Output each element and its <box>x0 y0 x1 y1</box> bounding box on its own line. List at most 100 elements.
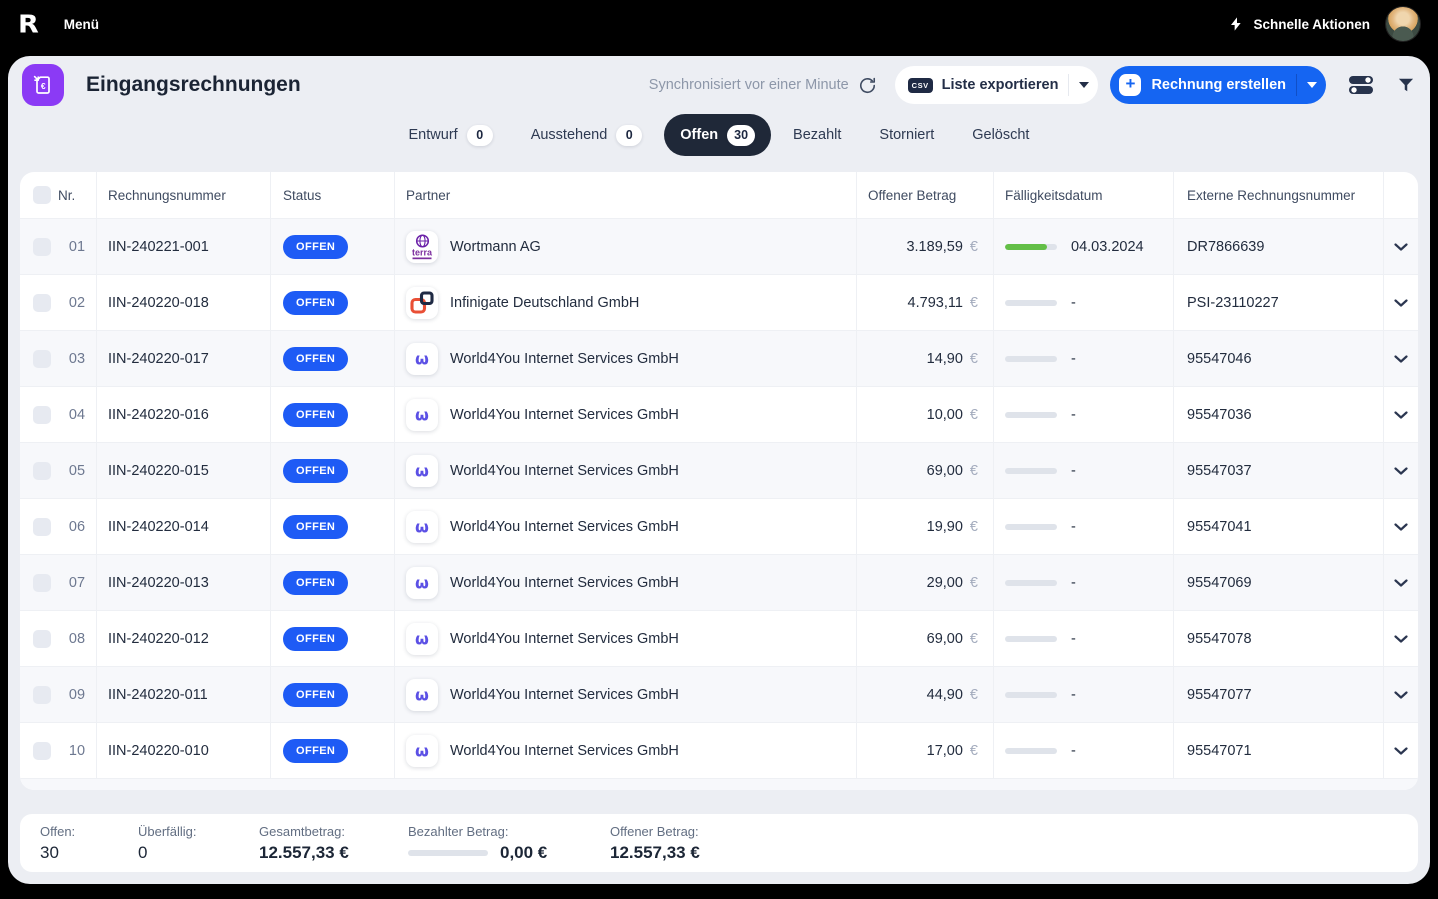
invoice-number: IIN-240220-014 <box>96 499 270 554</box>
tab-count-badge: 0 <box>467 125 493 146</box>
row-expand-button[interactable] <box>1383 667 1418 722</box>
summary-overdue-label: Überfällig: <box>138 824 259 839</box>
due-progress-bar <box>1005 636 1057 642</box>
status-badge: OFFEN <box>283 515 348 539</box>
due-date: 04.03.2024 <box>1071 239 1144 255</box>
tab-entwurf[interactable]: Entwurf 0 <box>393 114 509 156</box>
summary-open-label: Offen: <box>40 824 138 839</box>
due-progress-bar <box>1005 300 1057 306</box>
quick-actions-button[interactable]: Schnelle Aktionen <box>1228 15 1370 33</box>
currency-symbol: € <box>970 239 978 255</box>
tab-gelöscht[interactable]: Gelöscht <box>956 114 1045 156</box>
user-avatar[interactable] <box>1386 7 1420 41</box>
due-progress-bar <box>1005 244 1057 250</box>
content-shell: € Eingangsrechnungen Synchronisiert vor … <box>8 56 1430 884</box>
partner-name: World4You Internet Services GmbH <box>450 687 679 703</box>
world4you-logo: ω <box>406 455 438 487</box>
row-expand-button[interactable] <box>1383 219 1418 274</box>
table-row[interactable]: 01 IIN-240221-001 OFFEN terra Wortmann A… <box>20 218 1418 274</box>
status-badge: OFFEN <box>283 739 348 763</box>
chevron-down-icon[interactable] <box>1307 82 1317 88</box>
table-row[interactable]: 04 IIN-240220-016 OFFEN ω World4You Inte… <box>20 386 1418 442</box>
create-invoice-button[interactable]: + Rechnung erstellen <box>1110 66 1326 104</box>
tab-bezahlt[interactable]: Bezahlt <box>777 114 857 156</box>
partner-name: World4You Internet Services GmbH <box>450 351 679 367</box>
table-row[interactable]: 08 IIN-240220-012 OFFEN ω World4You Inte… <box>20 610 1418 666</box>
currency-symbol: € <box>970 631 978 647</box>
row-expand-button[interactable] <box>1383 555 1418 610</box>
tab-storniert[interactable]: Storniert <box>863 114 950 156</box>
tab-ausstehend[interactable]: Ausstehend 0 <box>515 114 659 156</box>
open-amount: 19,90 <box>927 519 963 535</box>
row-checkbox[interactable] <box>33 406 51 424</box>
world4you-logo: ω <box>406 735 438 767</box>
due-progress-bar <box>1005 524 1057 530</box>
view-settings-button[interactable] <box>1348 75 1374 95</box>
table-row[interactable]: 06 IIN-240220-014 OFFEN ω World4You Inte… <box>20 498 1418 554</box>
invoice-table: Nr. Rechnungsnummer Status Partner Offen… <box>20 172 1418 790</box>
currency-symbol: € <box>970 743 978 759</box>
row-expand-button[interactable] <box>1383 499 1418 554</box>
csv-icon: CSV <box>908 78 933 93</box>
table-row[interactable]: 02 IIN-240220-018 OFFEN Infinigate Deuts… <box>20 274 1418 330</box>
page-header: € Eingangsrechnungen Synchronisiert vor … <box>8 56 1430 114</box>
due-progress-bar <box>1005 748 1057 754</box>
chevron-down-icon <box>1394 579 1408 587</box>
table-row[interactable]: 09 IIN-240220-011 OFFEN ω World4You Inte… <box>20 666 1418 722</box>
row-checkbox[interactable] <box>33 742 51 760</box>
chevron-down-icon <box>1394 523 1408 531</box>
row-expand-button[interactable] <box>1383 611 1418 666</box>
row-number: 08 <box>58 611 96 666</box>
brand-logo[interactable]: R <box>18 10 38 39</box>
row-checkbox[interactable] <box>33 350 51 368</box>
partner-name: World4You Internet Services GmbH <box>450 519 679 535</box>
select-all-checkbox[interactable] <box>33 186 51 204</box>
row-checkbox[interactable] <box>33 462 51 480</box>
row-expand-button[interactable] <box>1383 443 1418 498</box>
open-amount: 69,00 <box>927 631 963 647</box>
status-badge: OFFEN <box>283 571 348 595</box>
invoice-number: IIN-240220-010 <box>96 723 270 778</box>
row-checkbox[interactable] <box>33 238 51 256</box>
table-body: 01 IIN-240221-001 OFFEN terra Wortmann A… <box>20 218 1418 778</box>
row-expand-button[interactable] <box>1383 387 1418 442</box>
row-checkbox[interactable] <box>33 686 51 704</box>
row-number: 04 <box>58 387 96 442</box>
row-expand-button[interactable] <box>1383 331 1418 386</box>
table-row[interactable]: 03 IIN-240220-017 OFFEN ω World4You Inte… <box>20 330 1418 386</box>
plus-icon: + <box>1119 74 1141 96</box>
table-row[interactable]: 05 IIN-240220-015 OFFEN ω World4You Inte… <box>20 442 1418 498</box>
tab-offen[interactable]: Offen 30 <box>664 114 771 156</box>
row-checkbox[interactable] <box>33 294 51 312</box>
currency-symbol: € <box>970 463 978 479</box>
row-checkbox[interactable] <box>33 518 51 536</box>
row-number: 10 <box>58 723 96 778</box>
invoice-number: IIN-240220-012 <box>96 611 270 666</box>
menu-button[interactable]: Menü <box>64 17 99 32</box>
summary-open-amount-label: Offener Betrag: <box>610 824 700 839</box>
open-amount: 10,00 <box>927 407 963 423</box>
column-nr: Nr. <box>58 172 96 218</box>
currency-symbol: € <box>970 295 978 311</box>
row-number: 06 <box>58 499 96 554</box>
row-expand-button[interactable] <box>1383 723 1418 778</box>
currency-symbol: € <box>970 687 978 703</box>
filter-icon <box>1396 75 1416 95</box>
row-checkbox[interactable] <box>33 574 51 592</box>
table-row[interactable]: 10 IIN-240220-010 OFFEN ω World4You Inte… <box>20 722 1418 778</box>
export-list-button[interactable]: CSV Liste exportieren <box>895 66 1099 104</box>
partner-name: World4You Internet Services GmbH <box>450 407 679 423</box>
currency-symbol: € <box>970 351 978 367</box>
column-partner: Partner <box>394 172 856 218</box>
infinigate-logo <box>406 287 438 319</box>
table-row[interactable]: 07 IIN-240220-013 OFFEN ω World4You Inte… <box>20 554 1418 610</box>
chevron-down-icon[interactable] <box>1079 82 1089 88</box>
external-invoice-number: 95547077 <box>1173 667 1383 722</box>
status-badge: OFFEN <box>283 291 348 315</box>
row-number: 05 <box>58 443 96 498</box>
refresh-icon[interactable] <box>858 76 877 95</box>
row-checkbox[interactable] <box>33 630 51 648</box>
row-expand-button[interactable] <box>1383 275 1418 330</box>
external-invoice-number: 95547036 <box>1173 387 1383 442</box>
filter-button[interactable] <box>1396 75 1416 95</box>
